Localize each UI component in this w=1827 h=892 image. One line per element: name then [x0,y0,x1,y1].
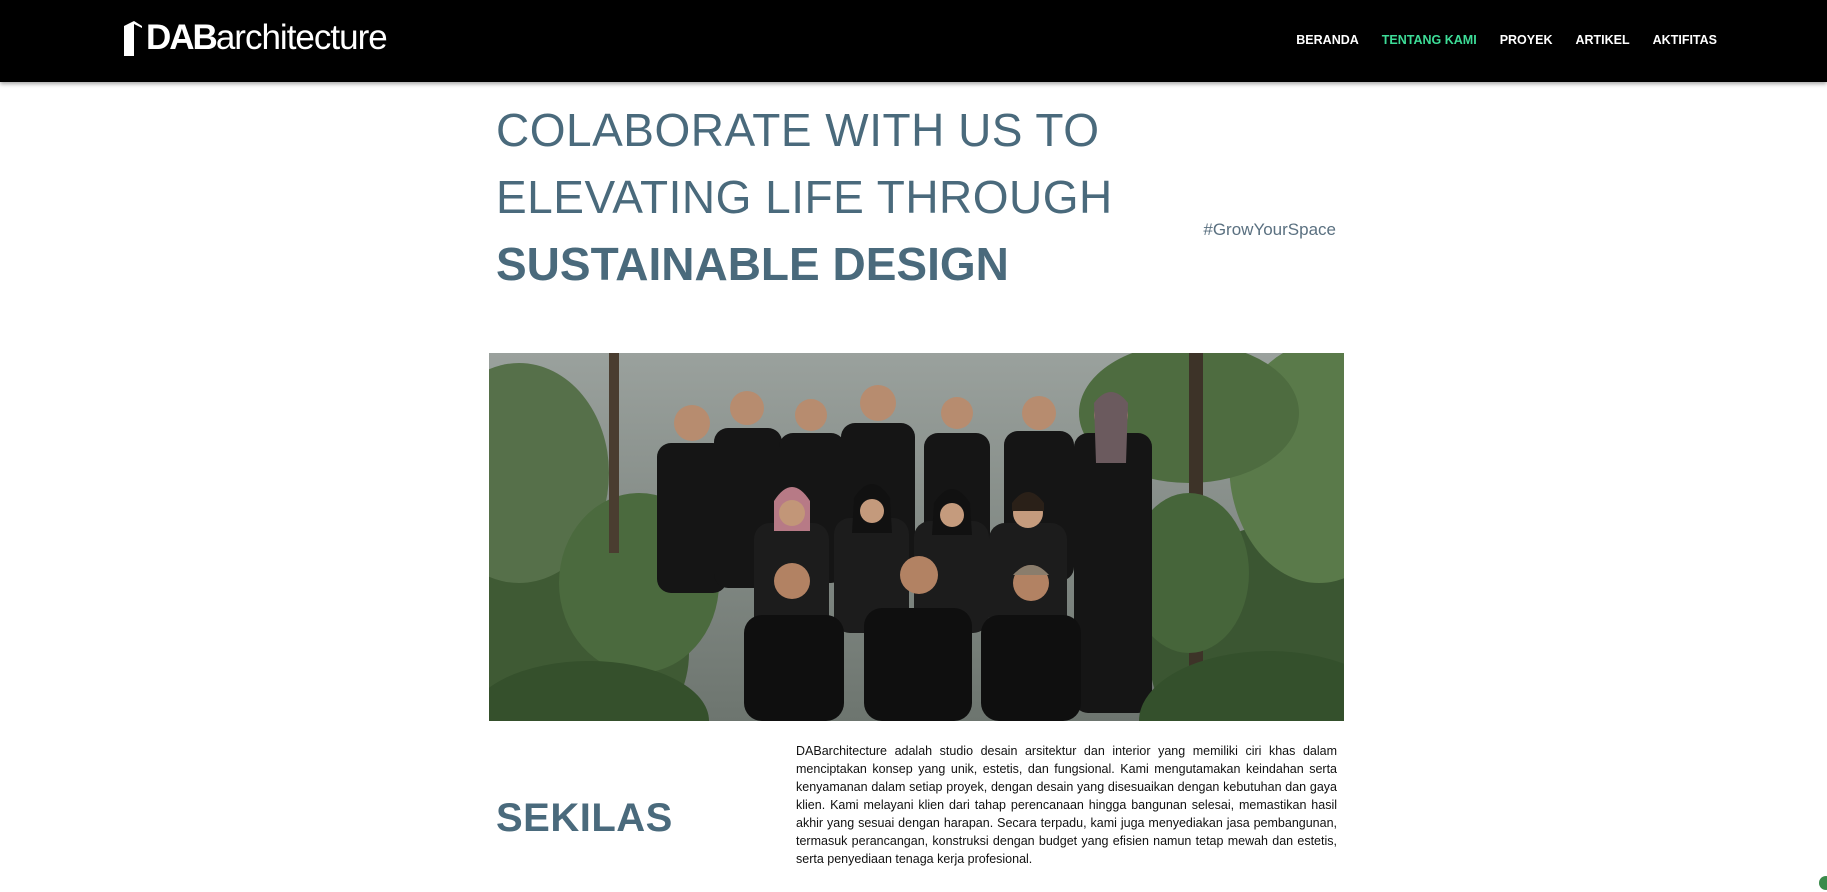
nav-artikel[interactable]: ARTIKEL [1575,33,1629,47]
house-logo-icon [124,21,142,56]
main-nav: BERANDA TENTANG KAMI PROYEK ARTIKEL AKTI… [1273,33,1717,47]
hashtag-text: #GrowYourSpace [1203,220,1336,239]
nav-proyek[interactable]: PROYEK [1500,33,1553,47]
logo-text-light: architecture [215,18,388,57]
hero-line-1: COLABORATE WITH US TO [496,104,1100,156]
overview-title: SEKILAS [496,796,673,840]
team-group-photo-icon [489,353,1344,721]
hero-line-3: SUSTAINABLE DESIGN [496,238,1009,290]
site-logo[interactable]: DAB architecture [118,16,388,57]
team-photo [489,353,1344,721]
nav-beranda[interactable]: BERANDA [1296,33,1359,47]
hero-line-2: ELEVATING LIFE THROUGH [496,171,1113,223]
nav-tentang-kami[interactable]: TENTANG KAMI [1382,33,1477,47]
logo-text-bold: DAB [146,18,218,57]
site-header: DAB architecture BERANDA TENTANG KAMI PRO… [0,0,1827,82]
overview-text: DABarchitecture adalah studio desain ars… [796,744,1337,866]
scroll-indicator[interactable] [1819,876,1827,890]
nav-aktifitas[interactable]: AKTIFITAS [1653,33,1717,47]
